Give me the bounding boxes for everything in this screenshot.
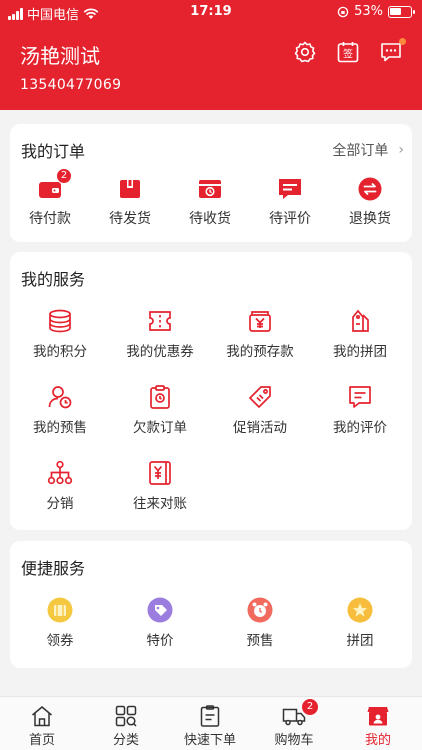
order-label: 待付款 [29, 211, 71, 227]
profile-header: 汤艳测试 13540477069 签 [0, 24, 422, 110]
special-price-icon [147, 597, 173, 623]
coupon-icon [47, 597, 73, 623]
coins-icon [47, 308, 73, 334]
exchange-icon [357, 176, 383, 202]
service-my-reviews[interactable]: 我的评价 [310, 384, 410, 436]
order-label: 待评价 [269, 211, 311, 227]
service-label: 我的评价 [333, 420, 387, 436]
wallet-icon: 2 [37, 168, 72, 202]
home-icon [30, 705, 54, 727]
quick-services-title: 便捷服务 [21, 559, 86, 578]
orientation-lock-icon [337, 6, 349, 17]
service-my-group[interactable]: 我的拼团 [310, 308, 410, 360]
service-distribution[interactable]: 分销 [10, 460, 110, 512]
tab-home[interactable]: 首页 [0, 705, 84, 748]
service-label: 促销活动 [233, 420, 287, 436]
service-my-points[interactable]: 我的积分 [10, 308, 110, 360]
order-pending-shipment[interactable]: 待发货 [90, 176, 170, 228]
tab-category[interactable]: 分类 [84, 705, 168, 748]
quick-label: 特价 [146, 633, 174, 649]
all-orders-label: 全部订单 [332, 143, 389, 159]
group-buy-icon [347, 597, 373, 623]
service-label: 往来对账 [133, 496, 187, 512]
cart-badge: 2 [302, 699, 318, 715]
order-pending-review[interactable]: 待评价 [250, 176, 330, 228]
quick-label: 领券 [46, 633, 74, 649]
quick-presale[interactable]: 预售 [210, 597, 310, 649]
pending-payment-badge: 2 [56, 168, 72, 184]
quick-services-card: 便捷服务 领券 特价 预售 拼团 [10, 541, 412, 668]
service-reconciliation[interactable]: 往来对账 [110, 460, 210, 512]
message-icon[interactable] [379, 38, 406, 64]
quick-order-icon [198, 705, 222, 727]
user-clock-icon [47, 384, 73, 410]
tab-label: 分类 [112, 733, 139, 748]
package-icon [117, 176, 143, 202]
order-returns[interactable]: 退换货 [330, 176, 410, 228]
message-lines-icon [347, 384, 373, 410]
price-tag-icon [247, 384, 273, 410]
service-label: 分销 [46, 496, 74, 512]
sign-glyph: 签 [343, 48, 353, 61]
orders-card: 我的订单 全部订单 › 2 待付款 待发货 待收货 待评价 退换货 [10, 124, 412, 242]
services-card: 我的服务 我的积分 我的优惠券 我的预存款 我的拼团 我的预售 欠款订单 促销活… [10, 252, 412, 530]
service-label: 我的优惠券 [126, 344, 194, 360]
tab-profile[interactable]: 我的 [336, 705, 420, 748]
comment-icon [277, 176, 303, 202]
service-my-presale[interactable]: 我的预售 [10, 384, 110, 436]
cart-truck-icon: 2 [282, 699, 318, 727]
quick-claim-coupon[interactable]: 领券 [10, 597, 110, 649]
order-label: 退换货 [349, 211, 391, 227]
tab-label: 首页 [28, 733, 55, 748]
message-unread-dot [399, 38, 406, 45]
group-tag-icon [347, 308, 373, 334]
tab-quick-order[interactable]: 快速下单 [168, 705, 252, 748]
user-phone: 13540477069 [20, 77, 122, 93]
order-label: 待收货 [189, 211, 231, 227]
sign-in-calendar-icon[interactable]: 签 [336, 40, 360, 64]
services-title: 我的服务 [21, 270, 86, 289]
profile-icon [366, 705, 390, 727]
order-pending-payment[interactable]: 2 待付款 [10, 168, 90, 228]
category-icon [114, 705, 138, 727]
quick-label: 拼团 [346, 633, 374, 649]
service-label: 我的积分 [33, 344, 87, 360]
battery-icon [388, 5, 415, 18]
hierarchy-icon [47, 460, 73, 486]
quick-group-buy[interactable]: 拼团 [310, 597, 410, 649]
bottom-tab-bar: 首页 分类 快速下单 2 购物车 我的 [0, 696, 422, 750]
service-promotions[interactable]: 促销活动 [210, 384, 310, 436]
tab-label: 购物车 [274, 733, 314, 748]
service-label: 我的预存款 [226, 344, 294, 360]
service-label: 欠款订单 [133, 420, 187, 436]
service-my-deposit[interactable]: 我的预存款 [210, 308, 310, 360]
tab-cart[interactable]: 2 购物车 [252, 699, 336, 748]
order-pending-receipt[interactable]: 待收货 [170, 176, 250, 228]
service-my-coupons[interactable]: 我的优惠券 [110, 308, 210, 360]
status-bar: 中国电信 17:19 53% [0, 0, 422, 24]
tab-label: 快速下单 [183, 733, 236, 748]
deposit-icon [247, 308, 273, 334]
order-label: 待发货 [109, 211, 151, 227]
ledger-icon [147, 460, 173, 486]
ticket-icon [147, 308, 173, 334]
tab-label: 我的 [364, 733, 391, 748]
status-right: 53% [337, 4, 415, 19]
chevron-right-icon: › [398, 142, 404, 158]
quick-label: 预售 [246, 633, 274, 649]
all-orders-link[interactable]: 全部订单 › [332, 140, 404, 160]
user-name[interactable]: 汤艳测试 [20, 40, 100, 69]
service-arrears-orders[interactable]: 欠款订单 [110, 384, 210, 436]
quick-special-price[interactable]: 特价 [110, 597, 210, 649]
truck-box-icon [197, 176, 223, 202]
settings-gear-icon[interactable] [293, 40, 317, 64]
alarm-clock-icon [247, 597, 273, 623]
orders-title: 我的订单 [21, 142, 86, 161]
service-label: 我的拼团 [333, 344, 387, 360]
service-label: 我的预售 [33, 420, 87, 436]
clipboard-icon [147, 384, 173, 410]
battery-percent: 53% [354, 4, 383, 19]
